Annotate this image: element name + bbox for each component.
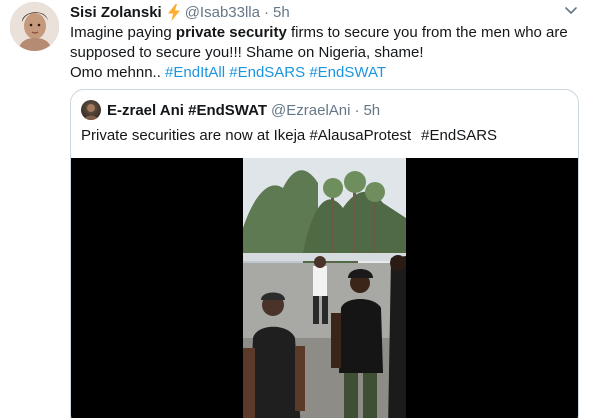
hashtag-endswat[interactable]: #EndSWAT — [309, 64, 386, 81]
hashtag-endsars[interactable]: #EndSARS — [421, 127, 497, 144]
hashtag-endsars[interactable]: #EndSARS — [229, 64, 305, 81]
quoted-handle[interactable]: @EzraelAni — [271, 102, 350, 119]
text-segment: Omo mehnn.. — [70, 64, 166, 81]
tweet-header: Sisi Zolanski @Isab33lla · 5h — [70, 3, 290, 21]
separator-dot: · — [354, 101, 360, 119]
tweet-text-line-3: Omo mehnn.. #EndItAll #EndSARS #EndSWAT — [70, 63, 580, 83]
tweet-text-line-1: Imagine paying private security firms to… — [70, 23, 580, 43]
video-player[interactable] — [71, 158, 578, 418]
tweet-menu-button[interactable] — [564, 4, 578, 18]
separator-dot: · — [263, 3, 269, 21]
avatar[interactable] — [10, 2, 59, 51]
tweet-text-line-2: supposed to secure you!!! Shame on Niger… — [70, 44, 424, 61]
quoted-tweet-text: Private securities are now at Ikeja #Ala… — [81, 126, 497, 146]
quoted-tweet-card[interactable]: E-zrael Ani #EndSWAT @EzraelAni · 5h Pri… — [70, 89, 579, 418]
hashtag-alausaprotest[interactable]: #AlausaProtest — [309, 127, 411, 144]
hashtag-enditall[interactable]: #EndItAll — [165, 64, 225, 81]
lightning-bolt-icon — [167, 3, 181, 21]
quoted-timestamp[interactable]: 5h — [363, 102, 380, 119]
text-segment: firms to secure you from the men who are — [286, 24, 568, 41]
text-bold-segment: private security — [175, 24, 287, 41]
quoted-display-name[interactable]: E-zrael Ani #EndSWAT — [107, 102, 267, 119]
chevron-down-icon — [565, 7, 577, 14]
display-name[interactable]: Sisi Zolanski — [70, 4, 162, 21]
video-thumbnail[interactable] — [243, 158, 406, 418]
handle[interactable]: @Isab33lla — [185, 4, 260, 21]
tweet-text: Imagine paying private security firms to… — [70, 23, 580, 83]
quoted-avatar[interactable] — [81, 100, 101, 120]
timestamp[interactable]: 5h — [273, 4, 290, 21]
text-segment: Imagine paying — [70, 24, 176, 41]
text-segment: Private securities are now at Ikeja — [81, 127, 310, 144]
tweet[interactable]: Sisi Zolanski @Isab33lla · 5h Imagine pa… — [0, 0, 594, 418]
quoted-tweet-header: E-zrael Ani #EndSWAT @EzraelAni · 5h — [81, 100, 380, 120]
